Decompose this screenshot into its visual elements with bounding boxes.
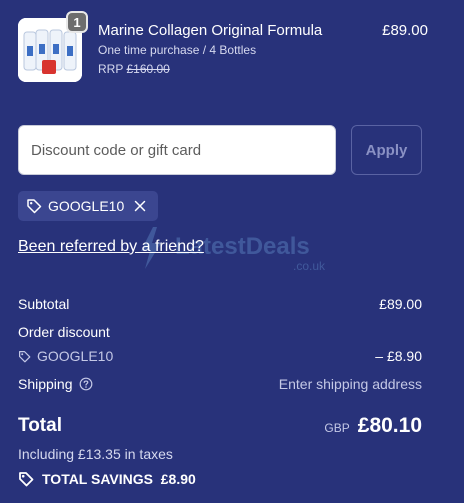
shipping-label: Shipping — [18, 376, 73, 392]
line-item: 1 Marine Collagen Original Formula One t… — [18, 11, 428, 86]
tag-icon — [27, 199, 42, 214]
applied-discount-chip: GOOGLE10 — [18, 191, 158, 221]
tag-icon — [19, 472, 34, 487]
shipping-value: Enter shipping address — [278, 376, 422, 392]
shipping-row: Shipping Enter shipping address — [18, 376, 422, 392]
total-savings: TOTAL SAVINGS £8.90 — [18, 471, 196, 487]
order-discount-label: Order discount — [18, 324, 110, 340]
quantity-badge: 1 — [66, 11, 88, 33]
total-currency: GBP — [324, 421, 350, 435]
help-circle-icon[interactable] — [79, 377, 93, 391]
subtotal-value: £89.00 — [379, 296, 422, 312]
discount-code-input[interactable] — [18, 125, 336, 175]
apply-button[interactable]: Apply — [351, 125, 422, 175]
product-price: £89.00 — [382, 22, 428, 39]
total-label: Total — [18, 415, 62, 436]
total-value: £80.10 — [357, 414, 422, 437]
total-savings-text: TOTAL SAVINGS £8.90 — [42, 471, 196, 487]
order-discount-row: Order discount — [18, 324, 422, 340]
tag-icon — [19, 350, 31, 362]
rrp-value: £160.00 — [126, 62, 170, 76]
close-icon — [135, 200, 146, 212]
taxes-note: Including £13.35 in taxes — [18, 446, 173, 462]
discount-code-row: GOOGLE10 – £8.90 — [18, 348, 422, 364]
total-amount-group: GBP £80.10 — [324, 414, 422, 438]
subtotal-label: Subtotal — [18, 296, 70, 312]
discount-code-label: GOOGLE10 — [37, 348, 114, 364]
subtotal-row: Subtotal £89.00 — [18, 296, 422, 312]
applied-code-label: GOOGLE10 — [48, 198, 125, 214]
watermark-subtext: .co.uk — [293, 259, 326, 273]
product-subtitle: One time purchase / 4 Bottles — [98, 43, 257, 57]
referral-link[interactable]: Been referred by a friend? — [18, 238, 204, 256]
product-name: Marine Collagen Original Formula — [98, 22, 323, 39]
remove-code-button[interactable] — [134, 200, 146, 212]
product-rrp: RRP £160.00 — [98, 62, 170, 76]
discount-value: – £8.90 — [375, 348, 422, 364]
rrp-label: RRP — [98, 62, 124, 76]
